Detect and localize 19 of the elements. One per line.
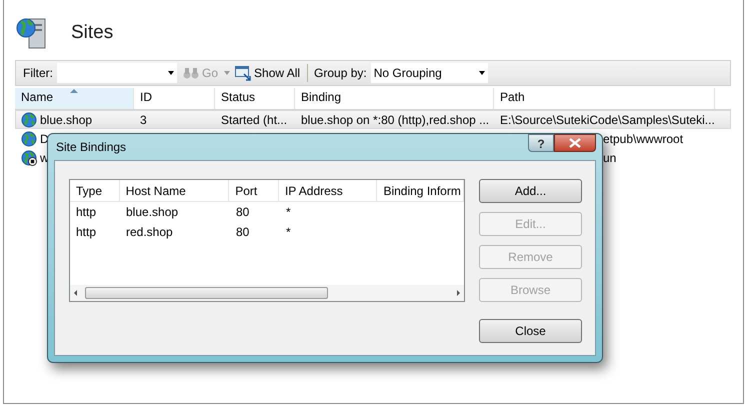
table-cell-text: blue.shop	[40, 112, 92, 128]
table-cell: 80	[236, 205, 250, 219]
table-cell: *	[286, 205, 291, 219]
table-cell: blue.shop	[126, 205, 178, 219]
filter-label: Filter:	[23, 65, 53, 82]
table-cell-text: Started (ht...	[221, 112, 288, 128]
table-cell-text: un	[603, 150, 616, 166]
table-cell: http	[76, 205, 96, 219]
table-cell-text: blue.shop on *:80 (http),red.shop ...	[301, 112, 490, 128]
group-by-label: Group by:	[314, 65, 367, 82]
table-cell: red.shop	[126, 225, 173, 239]
table-cell: *	[286, 225, 291, 239]
dialog-title: Site Bindings	[56, 139, 126, 156]
table-cell: 80	[236, 225, 250, 239]
table-cell-text: 3	[140, 112, 147, 128]
page-title: Sites	[71, 20, 114, 45]
table-cell: http	[76, 225, 96, 239]
table-cell-text: etpub\wwwroot	[603, 130, 684, 148]
table-cell-text: E:\Source\SutekiCode\Samples\Suteki...	[500, 112, 715, 128]
